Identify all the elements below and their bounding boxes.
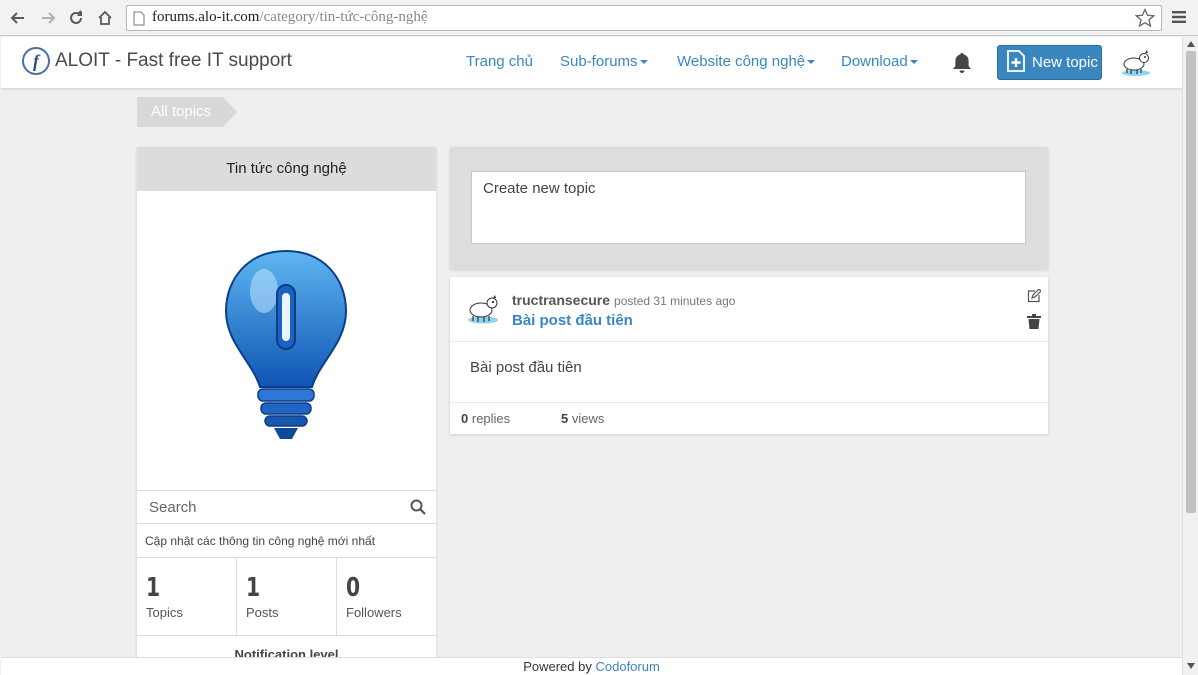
brand-logo: f [22, 47, 50, 75]
topic-header: tructransecure posted 31 minutes ago Bài … [450, 277, 1048, 342]
page-viewport: f ALOIT - Fast free IT support Trang chủ… [1, 37, 1182, 657]
create-topic-panel: Create new topic [450, 147, 1048, 269]
nav-sub-forums[interactable]: Sub-forums [560, 53, 648, 70]
home-icon[interactable] [93, 6, 117, 30]
scroll-up-icon[interactable] [1183, 37, 1198, 51]
bell-icon[interactable] [950, 51, 974, 80]
topic-card: tructransecure posted 31 minutes ago Bài … [450, 277, 1048, 434]
star-icon[interactable] [1134, 7, 1156, 33]
url-text: forums.alo-it.com/category/tin-tức-công-… [152, 9, 428, 25]
page-scrollbar[interactable] [1182, 37, 1198, 675]
author-avatar[interactable] [464, 291, 502, 325]
reload-icon[interactable] [64, 6, 88, 30]
replies-count: 0 replies [461, 411, 511, 426]
stat-value: 1 [246, 573, 261, 603]
category-description: Cập nhật các thông tin công nghệ mới nhấ… [137, 524, 436, 558]
scrollbar-thumb[interactable] [1186, 51, 1196, 513]
lightbulb-icon [137, 191, 436, 490]
nav-home[interactable]: Trang chủ [466, 53, 533, 70]
page-footer: Powered by Codoforum [1, 657, 1182, 675]
stat-topics: 1 Topics [137, 558, 237, 635]
scroll-down-icon[interactable] [1183, 659, 1198, 673]
search-icon[interactable] [410, 499, 426, 520]
stat-followers: 0 Followers [337, 558, 436, 635]
brand-name: ALOIT - Fast free IT support [55, 50, 292, 71]
forward-icon[interactable] [36, 6, 60, 30]
topic-footer: 0 replies 5 views [450, 403, 1048, 433]
stat-label: Posts [246, 605, 279, 620]
category-title: Tin tức công nghệ [137, 147, 436, 191]
topic-timestamp: posted 31 minutes ago [614, 294, 736, 308]
topic-excerpt: Bài post đầu tiên [450, 342, 1048, 403]
category-stats: 1 Topics 1 Posts 0 Followers [137, 558, 436, 636]
stat-label: Followers [346, 605, 402, 620]
nav-download[interactable]: Download [841, 53, 918, 70]
search-input[interactable]: Search [149, 499, 197, 516]
page-icon [133, 11, 145, 31]
new-document-icon [1006, 49, 1026, 77]
stat-value: 1 [146, 573, 161, 603]
stat-value: 0 [346, 573, 361, 603]
browser-toolbar: forums.alo-it.com/category/tin-tức-công-… [0, 0, 1198, 36]
topic-author[interactable]: tructransecure posted 31 minutes ago [512, 292, 735, 308]
menu-icon[interactable] [1172, 10, 1186, 29]
views-count: 5 views [561, 411, 605, 426]
category-search[interactable]: Search [137, 490, 436, 524]
trash-icon[interactable] [1027, 314, 1041, 334]
edit-icon[interactable] [1027, 288, 1042, 308]
category-sidebar: Tin tức công nghệ Search Cập nhật các th… [137, 147, 436, 657]
address-bar[interactable]: forums.alo-it.com/category/tin-tức-công-… [126, 5, 1162, 31]
back-icon[interactable] [6, 6, 30, 30]
nav-website-cong-nghe[interactable]: Website công nghệ [677, 53, 816, 70]
caret-down-icon [639, 60, 648, 65]
site-header: f ALOIT - Fast free IT support Trang chủ… [1, 37, 1182, 89]
create-topic-input[interactable]: Create new topic [471, 171, 1026, 244]
stat-label: Topics [146, 605, 183, 620]
notification-level-label: Notification level [234, 647, 339, 657]
codoforum-link[interactable]: Codoforum [595, 659, 659, 674]
stat-posts: 1 Posts [237, 558, 337, 635]
brand[interactable]: f ALOIT - Fast free IT support [22, 47, 292, 75]
caret-down-icon [807, 60, 816, 65]
topic-title-link[interactable]: Bài post đầu tiên [512, 312, 633, 329]
caret-down-icon [909, 60, 918, 65]
new-topic-button[interactable]: New topic [997, 45, 1102, 80]
breadcrumb-all-topics[interactable]: All topics [137, 97, 238, 127]
user-avatar[interactable] [1119, 47, 1153, 77]
